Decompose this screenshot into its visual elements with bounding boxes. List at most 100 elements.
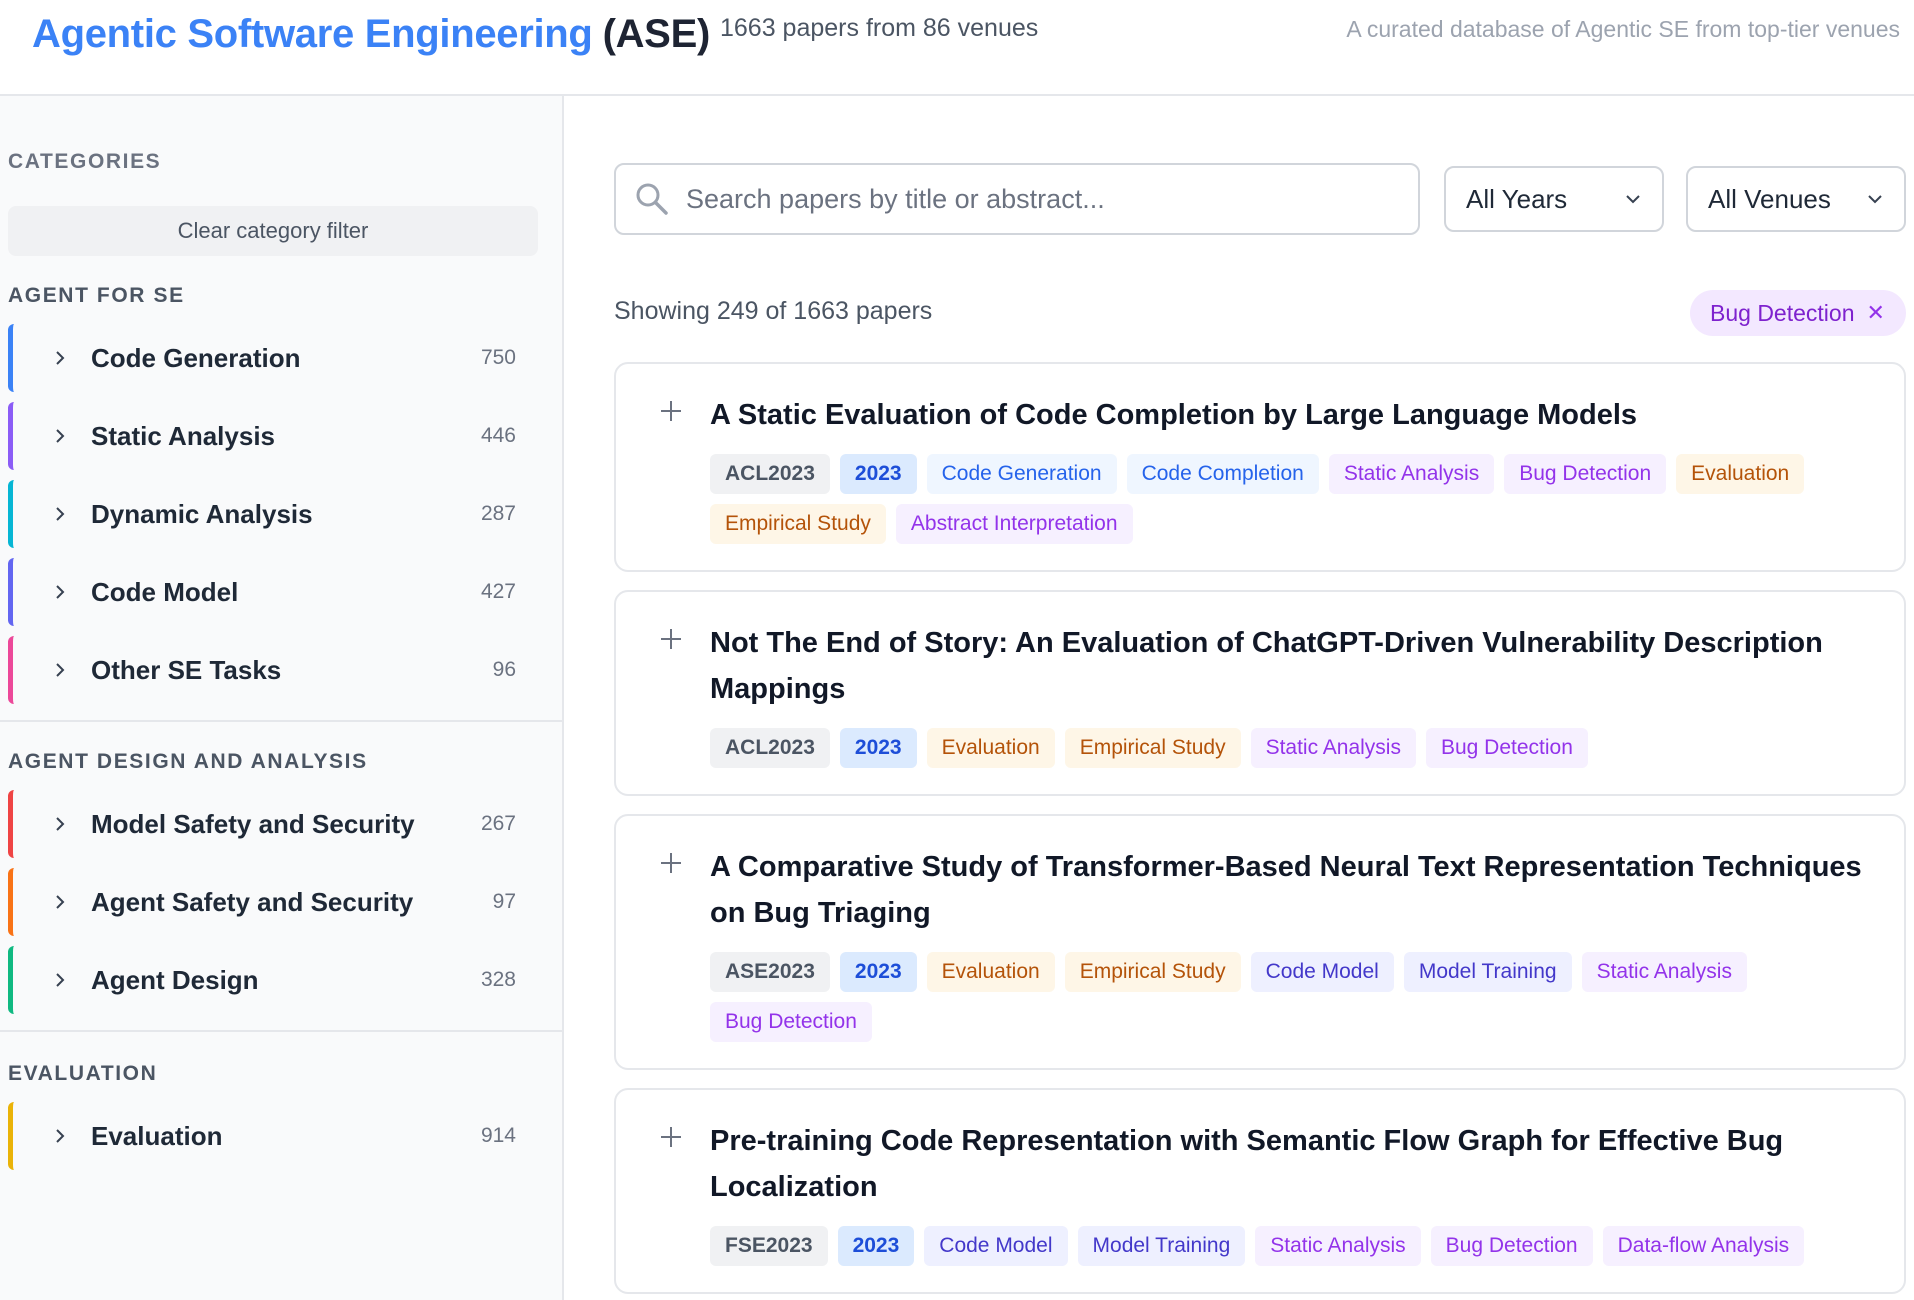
sidebar-item-code-generation[interactable]: Code Generation 750 <box>8 324 522 392</box>
paper-card[interactable]: Pre-training Code Representation with Se… <box>614 1088 1906 1294</box>
topic-tag[interactable]: Bug Detection <box>1430 1226 1593 1266</box>
topic-tag[interactable]: Static Analysis <box>1328 454 1495 494</box>
group-heading: AGENT DESIGN AND ANALYSIS <box>8 750 368 773</box>
venue-filter-value: All Venues <box>1708 183 1831 214</box>
paper-tags: ACL2023 2023 Code Generation Code Completio… <box>710 454 1890 544</box>
topic-tag[interactable]: Code Model <box>924 1226 1068 1266</box>
chevron-right-icon[interactable] <box>49 425 71 447</box>
close-icon[interactable]: ✕ <box>1866 300 1884 326</box>
paper-tags: ASE2023 2023 Evaluation Empirical Study Code… <box>710 952 1890 1042</box>
chevron-right-icon[interactable] <box>49 503 71 525</box>
venue-tag[interactable]: ACL2023 <box>710 728 830 768</box>
topic-tag[interactable]: Empirical Study <box>1064 728 1241 768</box>
app-title-abbr: (ASE) <box>602 11 711 56</box>
expand-plus-icon[interactable] <box>658 398 684 424</box>
topic-tag[interactable]: Evaluation <box>926 728 1055 768</box>
topic-tag[interactable]: Model Training <box>1403 952 1572 992</box>
sidebar-item-code-model[interactable]: Code Model 427 <box>8 558 522 626</box>
sidebar-item-static-analysis[interactable]: Static Analysis 446 <box>8 402 522 470</box>
sidebar-item-model-safety-security[interactable]: Model Safety and Security 267 <box>8 790 522 858</box>
topic-tag[interactable]: Empirical Study <box>1064 952 1241 992</box>
venue-tag[interactable]: FSE2023 <box>710 1226 828 1266</box>
paper-title[interactable]: Pre-training Code Representation with Se… <box>710 1118 1880 1210</box>
sidebar-item-label: Agent Safety and Security <box>91 886 414 917</box>
header-tagline: A curated database of Agentic SE from to… <box>1346 16 1900 42</box>
sidebar-item-evaluation[interactable]: Evaluation 914 <box>8 1102 522 1170</box>
topic-tag[interactable]: Bug Detection <box>1504 454 1667 494</box>
year-filter-value: All Years <box>1466 183 1568 214</box>
topic-tag[interactable]: Evaluation <box>1676 454 1805 494</box>
sidebar-item-label: Other SE Tasks <box>91 654 282 685</box>
sidebar-item-agent-safety-security[interactable]: Agent Safety and Security 97 <box>8 868 522 936</box>
sidebar-item-count: 267 <box>480 812 516 835</box>
sidebar-item-count: 97 <box>492 890 516 913</box>
chevron-right-icon[interactable] <box>49 659 71 681</box>
paper-title[interactable]: A Static Evaluation of Code Completion b… <box>710 392 1880 438</box>
topic-tag[interactable]: Bug Detection <box>710 1002 872 1042</box>
search-input[interactable] <box>686 179 1386 219</box>
paper-venue-count: 1663 papers from 86 venues <box>720 14 1039 42</box>
venue-filter-select[interactable]: All Venues <box>1686 166 1906 232</box>
categories-heading: CATEGORIES <box>8 150 162 173</box>
topic-tag[interactable]: Model Training <box>1077 1226 1246 1266</box>
paper-tags: ACL2023 2023 Evaluation Empirical Study Stat… <box>710 728 1890 768</box>
topic-tag[interactable]: Data-flow Analysis <box>1602 1226 1805 1266</box>
category-sidebar: CATEGORIES Clear category filter AGENT F… <box>0 96 564 1300</box>
chevron-right-icon[interactable] <box>49 813 71 835</box>
expand-plus-icon[interactable] <box>658 1124 684 1150</box>
venue-tag[interactable]: ACL2023 <box>710 454 830 494</box>
year-tag[interactable]: 2023 <box>837 1226 915 1266</box>
app-title[interactable]: Agentic Software Engineering (ASE) <box>32 8 710 60</box>
sidebar-item-dynamic-analysis[interactable]: Dynamic Analysis 287 <box>8 480 522 548</box>
expand-plus-icon[interactable] <box>658 626 684 652</box>
group-heading: AGENT FOR SE <box>8 284 185 307</box>
topic-tag[interactable]: Static Analysis <box>1250 728 1416 768</box>
sidebar-item-count: 287 <box>480 502 516 525</box>
paper-title[interactable]: A Comparative Study of Transformer-Based… <box>710 844 1880 936</box>
topic-tag[interactable]: Empirical Study <box>710 504 886 544</box>
topic-tag[interactable]: Abstract Interpretation <box>895 504 1133 544</box>
section-divider <box>0 720 562 722</box>
year-filter-select[interactable]: All Years <box>1444 166 1664 232</box>
expand-plus-icon[interactable] <box>658 850 684 876</box>
sidebar-item-agent-design[interactable]: Agent Design 328 <box>8 946 522 1014</box>
topic-tag[interactable]: Code Model <box>1250 952 1394 992</box>
chevron-right-icon[interactable] <box>49 1125 71 1147</box>
venue-tag[interactable]: ASE2023 <box>710 952 830 992</box>
sidebar-item-count: 328 <box>480 968 516 991</box>
paper-title[interactable]: Not The End of Story: An Evaluation of C… <box>710 620 1880 712</box>
topic-tag[interactable]: Evaluation <box>926 952 1055 992</box>
paper-card[interactable]: A Comparative Study of Transformer-Based… <box>614 814 1906 1070</box>
sidebar-item-count: 446 <box>480 424 516 447</box>
chevron-down-icon <box>1626 195 1640 204</box>
group-heading: EVALUATION <box>8 1062 158 1085</box>
year-tag[interactable]: 2023 <box>839 728 917 768</box>
chevron-right-icon[interactable] <box>49 891 71 913</box>
section-divider <box>0 1030 562 1032</box>
topic-tag[interactable]: Bug Detection <box>1425 728 1588 768</box>
clear-category-filter-button[interactable]: Clear category filter <box>8 206 538 256</box>
sidebar-item-other-se-tasks[interactable]: Other SE Tasks 96 <box>8 636 522 704</box>
sidebar-item-count: 96 <box>492 658 516 681</box>
results-count: Showing 249 of 1663 papers <box>614 297 933 325</box>
app-title-main: Agentic Software Engineering <box>32 11 593 56</box>
chevron-right-icon[interactable] <box>49 969 71 991</box>
app-header: Agentic Software Engineering (ASE) 1663 … <box>0 0 1914 96</box>
active-filter-chip[interactable]: Bug Detection ✕ <box>1690 290 1906 336</box>
topic-tag[interactable]: Static Analysis <box>1581 952 1747 992</box>
year-tag[interactable]: 2023 <box>839 454 917 494</box>
topic-tag[interactable]: Static Analysis <box>1255 1226 1421 1266</box>
year-tag[interactable]: 2023 <box>839 952 917 992</box>
paper-tags: FSE2023 2023 Code Model Model Training Stati… <box>710 1226 1890 1266</box>
topic-tag[interactable]: Code Generation <box>926 454 1117 494</box>
sidebar-item-count: 914 <box>480 1124 516 1147</box>
sidebar-item-label: Code Model <box>91 576 239 607</box>
search-box[interactable] <box>614 163 1420 235</box>
active-filter-label: Bug Detection <box>1710 299 1855 326</box>
chevron-right-icon[interactable] <box>49 347 71 369</box>
paper-card[interactable]: Not The End of Story: An Evaluation of C… <box>614 590 1906 796</box>
topic-tag[interactable]: Code Completion <box>1126 454 1319 494</box>
paper-card[interactable]: A Static Evaluation of Code Completion b… <box>614 362 1906 572</box>
search-icon <box>636 183 668 215</box>
chevron-right-icon[interactable] <box>49 581 71 603</box>
